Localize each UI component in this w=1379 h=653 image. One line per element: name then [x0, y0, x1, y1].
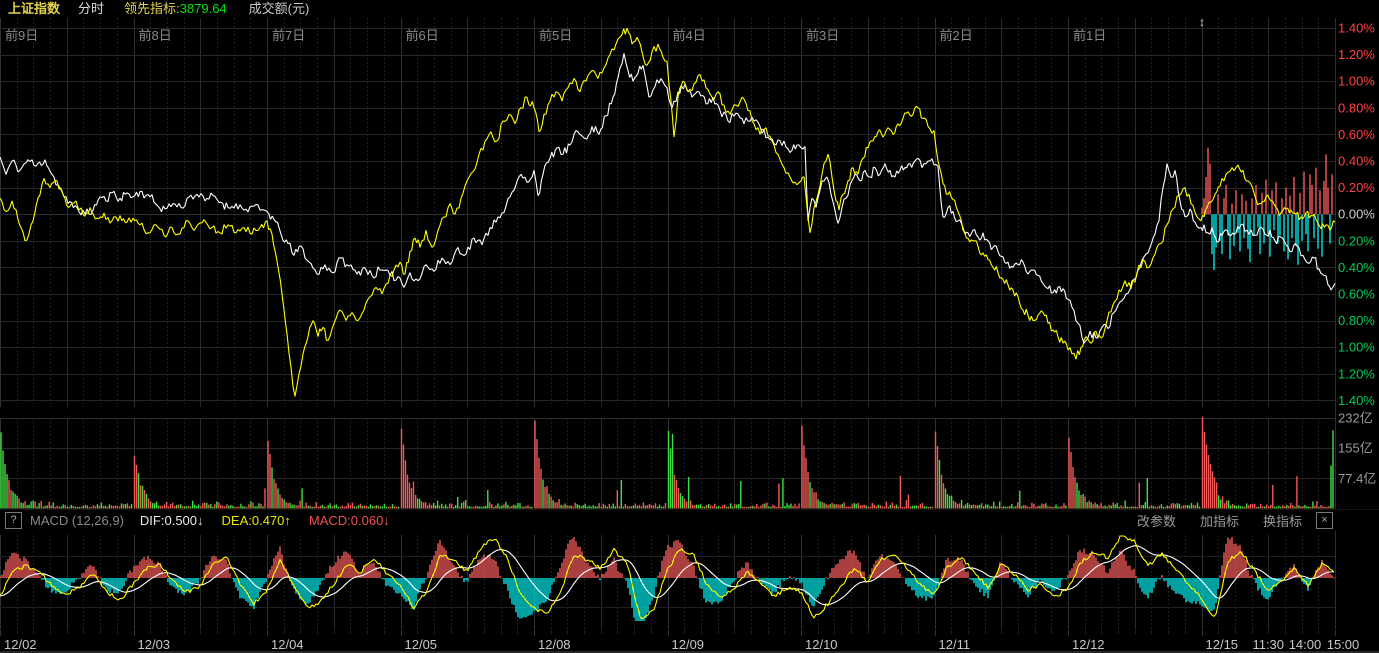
percent-tick-label: 0.20%	[1338, 180, 1375, 195]
percent-tick-label: 0.80%	[1338, 313, 1375, 328]
change-params-button[interactable]: 改参数	[1137, 511, 1176, 530]
percent-tick-label: 0.00%	[1338, 207, 1375, 222]
percent-tick-label: 1.40%	[1338, 21, 1375, 36]
day-top-label: 前8日	[139, 28, 172, 43]
day-top-label: 前7日	[272, 28, 305, 43]
percent-tick-label: 0.40%	[1338, 154, 1375, 169]
date-axis-label: 12/10	[805, 637, 838, 652]
date-axis-label: 12/08	[538, 637, 571, 652]
indicator-name[interactable]: MACD (12,26,9)	[30, 513, 124, 528]
session-time-label: 15:00	[1327, 637, 1360, 652]
percent-tick-label: 1.00%	[1338, 340, 1375, 355]
day-top-label: 前9日	[5, 28, 38, 43]
volume-tick-label: 155亿	[1338, 441, 1373, 456]
percent-tick-label: 0.60%	[1338, 287, 1375, 302]
percent-tick-label: 1.40%	[1338, 393, 1375, 408]
day-top-label: 前2日	[940, 28, 973, 43]
add-indicator-button[interactable]: 加指标	[1200, 511, 1239, 530]
day-top-label: 前5日	[539, 28, 572, 43]
date-axis-label: 12/11	[939, 637, 971, 652]
dea-value: DEA:0.470↑	[222, 513, 291, 528]
date-axis-label: 12/04	[271, 637, 304, 652]
volume-tick-label: 77.4亿	[1338, 471, 1376, 486]
day-top-label: 前6日	[406, 28, 439, 43]
session-time-label: 14:00	[1289, 637, 1322, 652]
percent-tick-label: 0.60%	[1338, 127, 1375, 142]
macd-value: MACD:0.060↓	[309, 513, 390, 528]
day-top-label: 前4日	[673, 28, 706, 43]
percent-tick-label: 0.40%	[1338, 260, 1375, 275]
percent-tick-label: 0.80%	[1338, 100, 1375, 115]
day-top-label: 前3日	[806, 28, 839, 43]
trading-app-window: 上证指数 分时 领先指标: 3879.64 成交额(元) 前9日前8日前7日前6…	[0, 0, 1379, 653]
close-indicator-icon[interactable]: ×	[1316, 512, 1333, 529]
percent-tick-label: 1.20%	[1338, 366, 1375, 381]
date-axis-label: 12/09	[672, 637, 705, 652]
chart-canvas[interactable]: 前9日 前8日 前7日 前6日 前5日 前4日 前3日 前2日 前1日 1.40% 1.20% 1.0…	[0, 0, 1379, 653]
session-time-label: 11:30	[1252, 637, 1284, 652]
percent-tick-label: 1.00%	[1338, 74, 1375, 89]
percent-tick-label: 1.20%	[1338, 47, 1375, 62]
indicator-toolbar: ? MACD (12,26,9) DIF:0.500↓ DEA:0.470↑ M…	[0, 509, 1379, 531]
date-axis-label: 12/03	[138, 637, 171, 652]
day-top-label: 前1日	[1073, 28, 1106, 43]
help-icon[interactable]: ?	[5, 512, 22, 529]
date-axis-label: 12/12	[1072, 637, 1105, 652]
percent-tick-label: 0.20%	[1338, 233, 1375, 248]
date-axis-label: 12/05	[405, 637, 438, 652]
leading-histogram	[1201, 148, 1332, 270]
date-axis-label: 12/02	[4, 637, 37, 652]
volume-tick-label: 232亿	[1338, 410, 1373, 425]
pane-splitter-thumb-icon[interactable]: ↕	[1196, 15, 1208, 29]
switch-indicator-button[interactable]: 换指标	[1263, 511, 1302, 530]
dif-value: DIF:0.500↓	[140, 513, 204, 528]
date-axis-label: 12/15	[1206, 637, 1239, 652]
